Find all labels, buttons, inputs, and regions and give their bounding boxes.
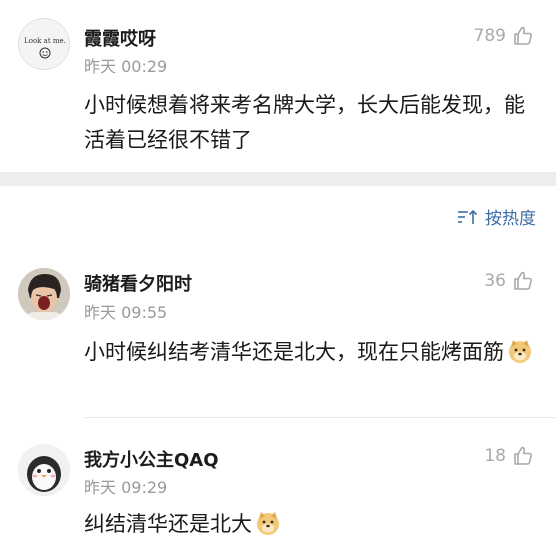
thumbs-up-icon <box>514 446 532 465</box>
like-count: 789 <box>473 26 506 46</box>
avatar[interactable] <box>18 268 70 320</box>
like-count: 18 <box>484 446 506 466</box>
user-name[interactable]: 霞霞哎呀 <box>84 25 156 51</box>
doge-emoji-icon <box>257 512 279 535</box>
like-button[interactable]: 789 <box>474 25 534 47</box>
comment-text: 小时候想着将来考名牌大学，长大后能发现，能活着已经很不错了 <box>84 93 525 152</box>
comment-time: 昨天 09:29 <box>84 478 168 497</box>
comment-time: 昨天 00:29 <box>84 57 168 76</box>
comment-time: 昨天 09:55 <box>84 303 168 322</box>
thumbs-up-icon <box>514 271 532 290</box>
section-divider <box>0 172 556 186</box>
sort-by-hot-button[interactable]: 按热度 <box>457 204 536 229</box>
like-button[interactable]: 18 <box>484 445 534 467</box>
shouting-boy-avatar <box>18 268 70 320</box>
thumbs-up-icon <box>514 26 532 45</box>
comment-item: 我方小公主QAQ 昨天 09:29 18 纠结清华还是北大 <box>0 440 556 554</box>
comment-item: Look at me. 霞霞哎呀 昨天 00:29 789 小时候想着将来考名牌… <box>0 0 556 172</box>
comment-divider <box>84 417 556 418</box>
doge-emoji-icon <box>509 340 531 363</box>
avatar-caption: Look at me. <box>24 37 66 45</box>
user-name[interactable]: 我方小公主QAQ <box>84 446 219 472</box>
comment-text: 小时候纠结考清华还是北大，现在只能烤面筋 <box>84 340 504 364</box>
like-count: 36 <box>484 271 506 291</box>
comment-text: 纠结清华还是北大 <box>84 512 252 536</box>
avatar[interactable]: Look at me. <box>18 18 70 70</box>
sort-icon <box>458 209 478 224</box>
like-button[interactable]: 36 <box>484 270 534 292</box>
comment-text-wrap: 纠结清华还是北大 <box>84 507 534 542</box>
user-name[interactable]: 骑猪看夕阳时 <box>84 270 192 296</box>
sort-label: 按热度 <box>485 209 536 229</box>
comment-item: 骑猪看夕阳时 昨天 09:55 36 小时候纠结考清华还是北大，现在只能烤面筋 <box>0 262 556 414</box>
sketch-face-avatar: Look at me. <box>24 37 66 59</box>
penguin-avatar <box>18 444 70 496</box>
avatar[interactable] <box>18 444 70 496</box>
comment-text-wrap: 小时候纠结考清华还是北大，现在只能烤面筋 <box>84 335 534 370</box>
